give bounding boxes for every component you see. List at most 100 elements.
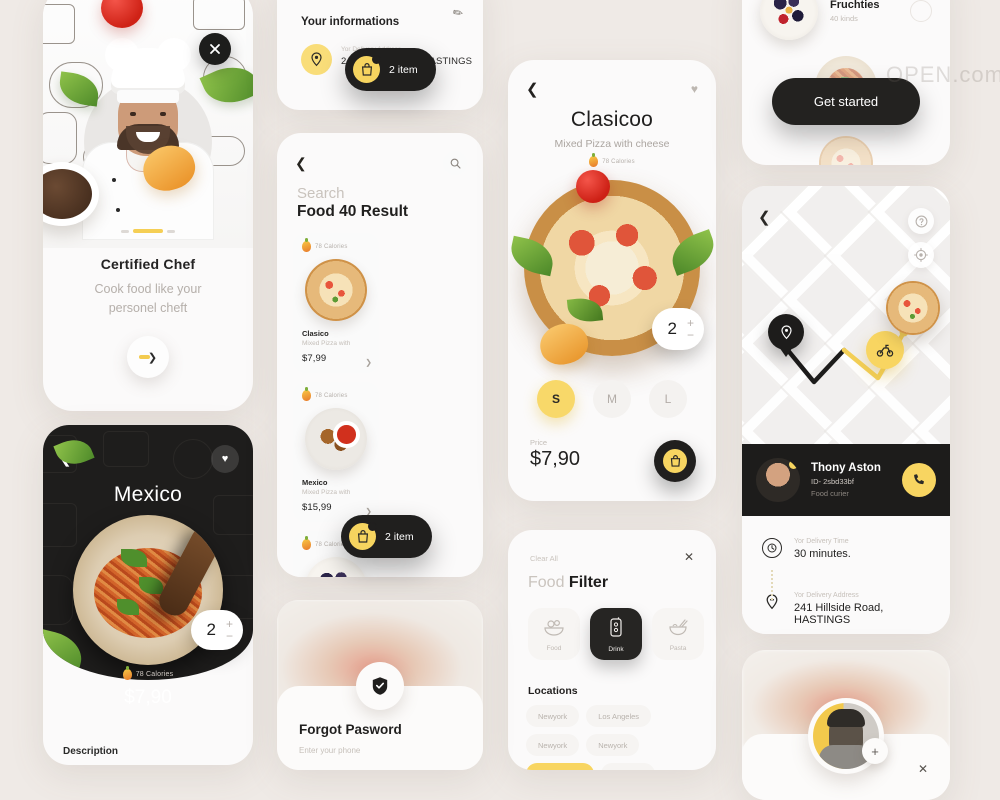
search-icon[interactable] — [443, 151, 467, 175]
list-item[interactable]: Fruchties 40 kinds — [760, 0, 932, 40]
filter-category-label: Food — [546, 644, 562, 652]
page-title: Food Filter — [528, 574, 608, 592]
destination-food-image — [886, 281, 940, 335]
close-icon[interactable] — [199, 33, 231, 65]
size-option-l[interactable]: L — [649, 380, 687, 418]
calories-label: 78 Calories — [315, 392, 348, 399]
location-chip[interactable]: Los Angeles — [526, 763, 595, 770]
drink-cup-icon — [607, 616, 625, 643]
chevron-right-icon[interactable]: ❯ — [365, 358, 372, 367]
location-chip[interactable]: Newyork — [601, 763, 655, 770]
back-icon[interactable]: ❮ — [526, 80, 539, 98]
filter-category-drink[interactable]: Drink — [590, 608, 642, 660]
profile-card: + ✕ — [742, 650, 950, 800]
close-icon[interactable]: ✕ — [684, 550, 694, 564]
phone-icon[interactable] — [902, 463, 936, 497]
cart-items-pill[interactable]: 2 item — [345, 48, 436, 91]
search-kicker: Search — [297, 185, 345, 202]
shopping-bag-icon — [663, 449, 687, 473]
avatar — [756, 458, 800, 502]
size-option-m[interactable]: M — [593, 380, 631, 418]
add-to-cart-button[interactable] — [654, 440, 696, 482]
location-chip[interactable]: Los Angeles — [586, 705, 652, 727]
map-pin-icon — [301, 44, 332, 75]
product-title: Clasicoo — [570, 108, 654, 131]
product-detail-dark-card: ❮ ♥ Mexico 2 + − 78 Calories — [43, 425, 253, 765]
radio-unchecked-icon[interactable] — [910, 0, 932, 22]
shield-check-icon — [356, 662, 404, 710]
food-price: $15,99 — [302, 502, 332, 513]
product-title: Mexico — [113, 483, 183, 506]
courier-id: ID- 2sbd33bf — [811, 477, 854, 486]
location-chip[interactable]: Newyork — [526, 705, 580, 727]
filter-category-label: Drink — [608, 645, 624, 653]
chef-illustration — [73, 38, 223, 240]
calories-label: 78 Calories — [135, 671, 174, 678]
category-filter-group: Food Drink Pasta — [528, 608, 704, 660]
filter-category-label: Pasta — [669, 644, 687, 652]
calories-label: 78 Calories — [602, 158, 635, 165]
product-price: $7,90 — [530, 448, 581, 470]
forgot-password-card: Forgot Pasword Enter your phone — [277, 600, 483, 770]
locations-chip-group: Newyork Los Angeles Newyork Newyork Los … — [526, 705, 698, 770]
list-item[interactable]: 78 Calories Clasico Mixed Pizza with $7,… — [293, 233, 379, 373]
page-title: Certified Chef — [100, 256, 196, 272]
back-icon[interactable]: ❮ — [295, 155, 307, 172]
quantity-value: 2 — [206, 620, 216, 639]
food-image — [305, 408, 367, 470]
food-kinds: 40 kinds — [830, 14, 858, 23]
decrement-button[interactable]: − — [687, 329, 694, 341]
location-chip[interactable]: Newyork — [586, 734, 640, 756]
size-option-s[interactable]: S — [537, 380, 575, 418]
page-title: Forgot Pasword — [299, 722, 402, 737]
heart-icon[interactable]: ♥ — [691, 82, 698, 96]
filter-title-light: Food — [528, 574, 565, 591]
close-icon[interactable]: ✕ — [918, 762, 928, 776]
onboarding-pagination[interactable] — [121, 229, 175, 233]
help-icon[interactable] — [908, 208, 934, 234]
calories-label: 78 Calories — [315, 243, 348, 250]
clear-all-button[interactable]: Clear All — [530, 554, 558, 563]
cart-items-pill[interactable]: 2 item — [341, 515, 432, 558]
avatar: + — [808, 698, 888, 774]
calories-badge: 78 Calories — [508, 153, 716, 167]
price-label: Price — [530, 438, 548, 447]
quantity-stepper[interactable]: 2 + − — [190, 610, 243, 650]
courier-info-bar: Thony Aston ID- 2sbd33bf Food curier — [742, 444, 950, 516]
pencil-icon[interactable]: ✎ — [450, 4, 466, 21]
size-selector[interactable]: S M L — [508, 380, 716, 418]
scooter-icon[interactable] — [866, 331, 904, 369]
calories-badge: 78 Calories — [43, 666, 253, 680]
list-item[interactable]: 78 Calories Mexico Mixed Pizza with $15,… — [293, 382, 379, 522]
food-subtitle: Mixed Pizza with — [302, 489, 351, 496]
food-subtitle: Mixed Pizza with — [302, 340, 351, 347]
quantity-stepper[interactable]: 2 + − — [651, 308, 704, 350]
plus-icon[interactable]: + — [862, 738, 888, 764]
description-heading: Description — [63, 746, 119, 757]
locate-target-icon[interactable] — [908, 242, 934, 268]
product-subtitle: Mixed Pizza with cheese — [554, 138, 670, 150]
filter-category-food[interactable]: Food — [528, 608, 580, 660]
search-results-title: Food 40 Result — [297, 203, 409, 220]
food-name: Fruchties — [830, 0, 880, 11]
shopping-bag-icon — [353, 55, 381, 83]
food-price: $7,99 — [302, 353, 327, 364]
food-image — [819, 136, 873, 165]
salad-icon — [543, 617, 565, 642]
page-subtitle: Enter your phone — [299, 746, 361, 755]
next-button[interactable]: ❯ — [127, 336, 169, 378]
locations-heading: Locations — [528, 685, 578, 697]
tomato-decoration — [101, 0, 143, 28]
noodle-bowl-icon — [667, 617, 689, 642]
courier-name: Thony Aston — [811, 462, 881, 474]
map-pin-icon[interactable] — [768, 314, 804, 350]
location-chip[interactable]: Newyork — [526, 734, 580, 756]
cart-items-label: 2 item — [385, 530, 414, 543]
back-icon[interactable]: ❮ — [758, 208, 771, 226]
product-detail-card: ❮ ♥ Clasicoo Mixed Pizza with cheese 78 … — [508, 60, 716, 501]
filter-category-pasta[interactable]: Pasta — [652, 608, 704, 660]
heart-icon[interactable]: ♥ — [211, 445, 239, 473]
decrement-button[interactable]: − — [226, 630, 233, 642]
search-results-card: ❮ Search Food 40 Result 78 Calories Clas… — [277, 133, 483, 577]
food-image — [305, 259, 367, 321]
